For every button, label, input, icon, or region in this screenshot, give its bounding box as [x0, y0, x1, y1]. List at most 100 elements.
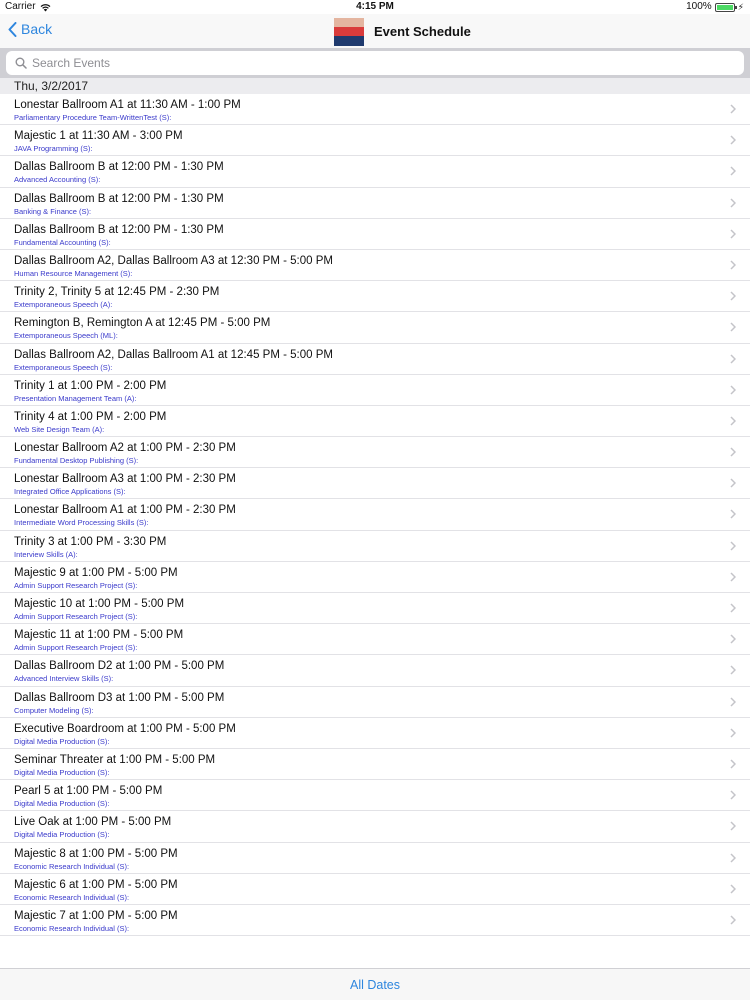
event-row[interactable]: Dallas Ballroom D2 at 1:00 PM - 5:00 PM A… [0, 655, 750, 687]
navigation-bar: Back Event Schedule [0, 14, 750, 48]
event-subtitle: Economic Research Individual (S): [14, 861, 130, 871]
event-row[interactable]: Dallas Ballroom A2, Dallas Ballroom A3 a… [0, 250, 750, 282]
event-subtitle: Extemporaneous Speech (A): [14, 300, 113, 310]
event-subtitle: Banking & Finance (S): [14, 206, 92, 216]
event-title: Remington B, Remington A at 12:45 PM - 5… [14, 317, 271, 330]
event-title: Majestic 8 at 1:00 PM - 5:00 PM [14, 847, 178, 860]
event-title: Lonestar Ballroom A3 at 1:00 PM - 2:30 P… [14, 473, 236, 486]
event-row[interactable]: Live Oak at 1:00 PM - 5:00 PM Digital Med… [0, 811, 750, 843]
chevron-right-icon [730, 697, 736, 707]
event-subtitle: Fundamental Desktop Publishing (S): [14, 456, 139, 466]
event-title: Trinity 1 at 1:00 PM - 2:00 PM [14, 379, 167, 392]
event-row[interactable]: Lonestar Ballroom A2 at 1:00 PM - 2:30 P… [0, 437, 750, 469]
event-row[interactable]: Majestic 10 at 1:00 PM - 5:00 PM Admin Su… [0, 593, 750, 625]
event-title: Trinity 3 at 1:00 PM - 3:30 PM [14, 535, 167, 548]
chevron-left-icon [8, 21, 17, 37]
event-row[interactable]: Dallas Ballroom B at 12:00 PM - 1:30 PM A… [0, 156, 750, 188]
event-row[interactable]: Executive Boardroom at 1:00 PM - 5:00 PM… [0, 718, 750, 749]
event-title: Pearl 5 at 1:00 PM - 5:00 PM [14, 785, 163, 798]
event-row[interactable]: Lonestar Ballroom A1 at 1:00 PM - 2:30 P… [0, 499, 750, 531]
all-dates-button[interactable]: All Dates [0, 978, 750, 992]
event-subtitle: Interview Skills (A): [14, 549, 78, 559]
chevron-right-icon [730, 291, 736, 301]
chevron-right-icon [730, 478, 736, 488]
event-row[interactable]: Lonestar Ballroom A1 at 11:30 AM - 1:00 … [0, 94, 750, 126]
status-right: 100% ⚡ [686, 0, 744, 14]
event-title: Dallas Ballroom B at 12:00 PM - 1:30 PM [14, 192, 224, 205]
event-row[interactable]: Majestic 6 at 1:00 PM - 5:00 PM Economic … [0, 874, 750, 905]
back-label: Back [21, 21, 53, 37]
event-title: Majestic 9 at 1:00 PM - 5:00 PM [14, 566, 178, 579]
event-subtitle: Digital Media Production (S): [14, 736, 110, 746]
event-row[interactable]: Dallas Ballroom D3 at 1:00 PM - 5:00 PM C… [0, 687, 750, 718]
chevron-right-icon [730, 353, 736, 364]
event-subtitle: Human Resource Management (S): [14, 268, 133, 278]
event-subtitle: Web Site Design Team (A): [14, 424, 105, 434]
chevron-right-icon [730, 790, 736, 800]
chevron-right-icon [730, 665, 736, 675]
event-row[interactable]: Remington B, Remington A at 12:45 PM - 5… [0, 312, 750, 344]
chevron-right-icon [730, 821, 736, 831]
date-section-header: Thu, 3/2/2017 [0, 78, 750, 94]
event-row[interactable]: Trinity 4 at 1:00 PM - 2:00 PM Web Site D… [0, 406, 750, 438]
event-row[interactable]: Dallas Ballroom B at 12:00 PM - 1:30 PM F… [0, 219, 750, 250]
chevron-right-icon [730, 759, 736, 769]
event-subtitle: Admin Support Research Project (S): [14, 612, 138, 621]
event-title: Majestic 1 at 11:30 AM - 3:00 PM [14, 130, 183, 143]
chevron-right-icon [730, 884, 736, 894]
event-subtitle: Digital Media Production (S): [14, 799, 110, 809]
event-title: Dallas Ballroom A2, Dallas Ballroom A3 a… [14, 254, 333, 267]
event-row[interactable]: Trinity 1 at 1:00 PM - 2:00 PM Presentati… [0, 375, 750, 406]
status-bar: Carrier 4:15 PM 100% ⚡ [0, 0, 750, 14]
battery-percent: 100% [686, 1, 712, 12]
chevron-right-icon [730, 634, 736, 644]
chevron-right-icon [730, 260, 736, 270]
event-title: Executive Boardroom at 1:00 PM - 5:00 PM [14, 722, 236, 735]
chevron-right-icon [730, 541, 736, 551]
event-row[interactable]: Majestic 7 at 1:00 PM - 5:00 PM Economic … [0, 905, 750, 937]
event-title: Lonestar Ballroom A2 at 1:00 PM - 2:30 P… [14, 442, 236, 455]
section-date: Thu, 3/2/2017 [14, 79, 89, 93]
event-list: Lonestar Ballroom A1 at 11:30 AM - 1:00 … [0, 94, 750, 968]
event-row[interactable]: Majestic 1 at 11:30 AM - 3:00 PM JAVA Pro… [0, 125, 750, 157]
event-row[interactable]: Seminar Threater at 1:00 PM - 5:00 PM Dig… [0, 749, 750, 781]
event-subtitle: Fundamental Accounting (S): [14, 237, 111, 247]
event-subtitle: Digital Media Production (S): [14, 830, 110, 840]
event-row[interactable]: Pearl 5 at 1:00 PM - 5:00 PM Digital Medi… [0, 780, 750, 812]
event-subtitle: Extemporaneous Speech (ML): [14, 331, 118, 341]
search-field-container[interactable] [6, 51, 744, 75]
app-logo [334, 18, 364, 46]
event-row[interactable]: Dallas Ballroom B at 12:00 PM - 1:30 PM B… [0, 188, 750, 219]
event-subtitle: Admin Support Research Project (S): [14, 643, 138, 653]
chevron-right-icon [730, 852, 736, 863]
event-title: Dallas Ballroom B at 12:00 PM - 1:30 PM [14, 223, 224, 236]
chevron-right-icon [730, 322, 736, 332]
chevron-right-icon [730, 198, 736, 208]
event-title: Live Oak at 1:00 PM - 5:00 PM [14, 816, 172, 829]
event-row[interactable]: Dallas Ballroom A2, Dallas Ballroom A1 a… [0, 344, 750, 375]
event-title: Lonestar Ballroom A1 at 11:30 AM - 1:00 … [14, 99, 241, 111]
event-subtitle: Digital Media Production (S): [14, 767, 110, 777]
chevron-right-icon [730, 915, 736, 925]
chevron-right-icon [730, 385, 736, 395]
magnifier-icon [15, 57, 27, 69]
event-subtitle: Economic Research Individual (S): [14, 892, 130, 902]
event-subtitle: Intermediate Word Processing Skills (S): [14, 518, 149, 528]
event-row[interactable]: Trinity 2, Trinity 5 at 12:45 PM - 2:30 … [0, 281, 750, 313]
page-title: Event Schedule [374, 24, 471, 39]
event-title: Lonestar Ballroom A1 at 1:00 PM - 2:30 P… [14, 504, 236, 517]
event-row[interactable]: Majestic 9 at 1:00 PM - 5:00 PM Admin Sup… [0, 562, 750, 593]
search-input[interactable] [32, 56, 732, 70]
event-row[interactable]: Majestic 8 at 1:00 PM - 5:00 PM Economic … [0, 843, 750, 874]
chevron-right-icon [730, 728, 736, 738]
event-row[interactable]: Majestic 11 at 1:00 PM - 5:00 PM Admin Su… [0, 624, 750, 656]
chevron-right-icon [730, 104, 736, 114]
chevron-right-icon [730, 509, 736, 519]
event-title: Majestic 7 at 1:00 PM - 5:00 PM [14, 909, 178, 922]
event-row[interactable]: Lonestar Ballroom A3 at 1:00 PM - 2:30 P… [0, 468, 750, 500]
battery-icon [714, 2, 737, 12]
event-title: Majestic 11 at 1:00 PM - 5:00 PM [14, 629, 184, 642]
back-button[interactable]: Back [8, 21, 52, 37]
event-row[interactable]: Trinity 3 at 1:00 PM - 3:30 PM Interview … [0, 531, 750, 562]
event-subtitle: Extemporaneous Speech (S): [14, 362, 113, 372]
